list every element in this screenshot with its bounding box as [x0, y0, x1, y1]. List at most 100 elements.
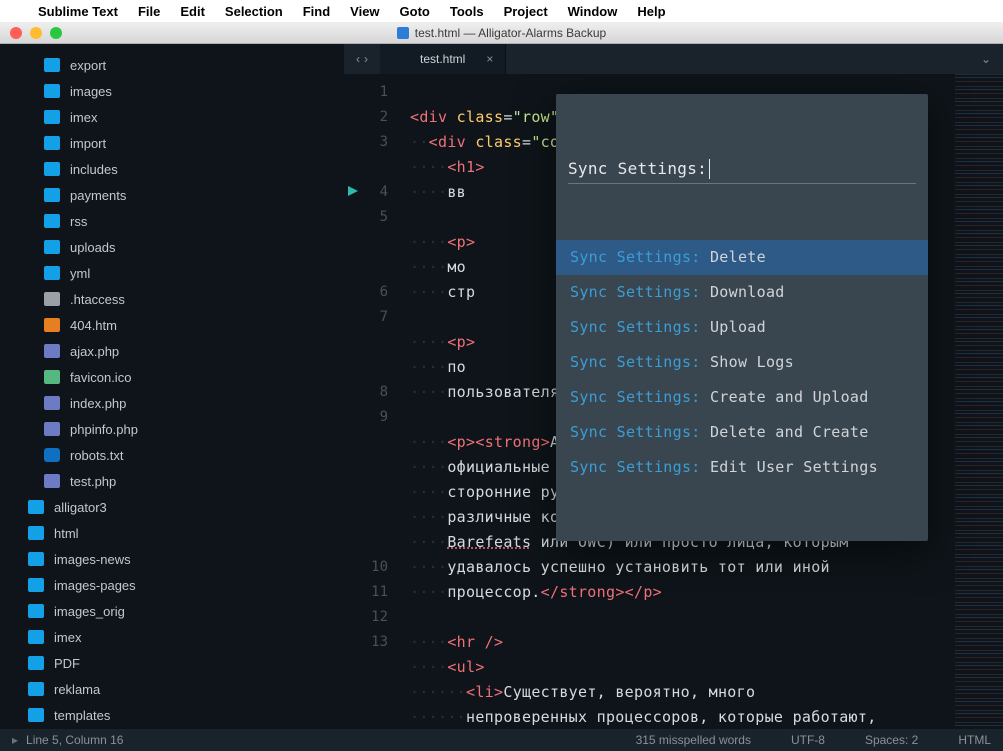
palette-item[interactable]: Sync Settings: Upload: [556, 310, 928, 345]
menu-help[interactable]: Help: [637, 4, 665, 19]
tab-overflow-icon[interactable]: ⌄: [969, 52, 1003, 66]
sidebar-item-PDF[interactable]: PDF: [0, 650, 344, 676]
line-number: [344, 430, 388, 455]
folder-icon: [28, 526, 44, 540]
sidebar-item-index-php[interactable]: index.php: [0, 390, 344, 416]
sidebar-item-label: uploads: [70, 240, 116, 255]
close-window-button[interactable]: [10, 27, 22, 39]
menu-file[interactable]: File: [138, 4, 160, 19]
sidebar-item-images-pages[interactable]: images-pages: [0, 572, 344, 598]
palette-item[interactable]: Sync Settings: Create and Upload: [556, 380, 928, 415]
sidebar-item-uploads[interactable]: uploads: [0, 234, 344, 260]
sidebar-item-phpinfo-php[interactable]: phpinfo.php: [0, 416, 344, 442]
nav-forward-icon[interactable]: ›: [364, 52, 368, 66]
sidebar-item-label: html: [54, 526, 79, 541]
menu-project[interactable]: Project: [504, 4, 548, 19]
status-menu-icon[interactable]: ▸: [12, 733, 18, 747]
status-spaces[interactable]: Spaces: 2: [865, 733, 918, 747]
tab-close-icon[interactable]: ×: [486, 52, 493, 66]
palette-item[interactable]: Sync Settings: Download: [556, 275, 928, 310]
command-palette[interactable]: Sync Settings: Sync Settings: DeleteSync…: [556, 94, 928, 541]
sidebar-item-payments[interactable]: payments: [0, 182, 344, 208]
line-number: [344, 655, 388, 680]
sidebar-item-test-php[interactable]: test.php: [0, 468, 344, 494]
sidebar-item--htaccess[interactable]: .htaccess: [0, 286, 344, 312]
editor[interactable]: 123 45 67 89 10111213 <div class="row">·…: [344, 74, 1003, 729]
sidebar-item-ajax-php[interactable]: ajax.php: [0, 338, 344, 364]
menu-tools[interactable]: Tools: [450, 4, 484, 19]
status-lang[interactable]: HTML: [958, 733, 991, 747]
window-title-text: test.html — Alligator-Alarms Backup: [415, 26, 606, 40]
sidebar-item-reklama[interactable]: reklama: [0, 676, 344, 702]
sidebar-item-images-news[interactable]: images-news: [0, 546, 344, 572]
status-encoding[interactable]: UTF-8: [791, 733, 825, 747]
sidebar-item-imex[interactable]: imex: [0, 624, 344, 650]
sidebar-item-templates[interactable]: templates: [0, 702, 344, 728]
menu-window[interactable]: Window: [568, 4, 618, 19]
line-number: [344, 230, 388, 255]
menu-selection[interactable]: Selection: [225, 4, 283, 19]
folder-icon: [44, 266, 60, 280]
line-number: [344, 255, 388, 280]
file-html-icon: [44, 318, 60, 332]
file-php-icon: [44, 474, 60, 488]
palette-item[interactable]: Sync Settings: Delete: [556, 240, 928, 275]
sidebar-item-import[interactable]: import: [0, 130, 344, 156]
menu-view[interactable]: View: [350, 4, 379, 19]
sidebar-item-label: index.php: [70, 396, 126, 411]
command-palette-query: Sync Settings:: [568, 156, 707, 181]
folder-icon: [44, 240, 60, 254]
sidebar-item-label: reklama: [54, 682, 100, 697]
line-number: 7: [344, 305, 388, 330]
menu-find[interactable]: Find: [303, 4, 330, 19]
sidebar-item-alligator3[interactable]: alligator3: [0, 494, 344, 520]
status-spell[interactable]: 315 misspelled words: [636, 733, 751, 747]
sidebar-item-label: PDF: [54, 656, 80, 671]
traffic-lights: [10, 27, 62, 39]
folder-icon: [28, 552, 44, 566]
line-number: [344, 480, 388, 505]
sidebar-item-html[interactable]: html: [0, 520, 344, 546]
sidebar-item-label: export: [70, 58, 106, 73]
sidebar-item-label: images-pages: [54, 578, 136, 593]
palette-item[interactable]: Sync Settings: Delete and Create: [556, 415, 928, 450]
palette-item[interactable]: Sync Settings: Edit User Settings: [556, 450, 928, 485]
minimize-window-button[interactable]: [30, 27, 42, 39]
sidebar-item-404-htm[interactable]: 404.htm: [0, 312, 344, 338]
window-title: test.html — Alligator-Alarms Backup: [397, 26, 606, 40]
folder-icon: [44, 136, 60, 150]
folder-icon: [44, 84, 60, 98]
zoom-window-button[interactable]: [50, 27, 62, 39]
nav-back-icon[interactable]: ‹: [356, 52, 360, 66]
sidebar-item-images_orig[interactable]: images_orig: [0, 598, 344, 624]
command-palette-input[interactable]: Sync Settings:: [568, 154, 916, 184]
sidebar-item-rss[interactable]: rss: [0, 208, 344, 234]
sidebar-item-images[interactable]: images: [0, 78, 344, 104]
sidebar-item-includes[interactable]: includes: [0, 156, 344, 182]
minimap[interactable]: [955, 74, 1003, 729]
folder-icon: [28, 578, 44, 592]
tab-label: test.html: [420, 52, 465, 66]
code-area[interactable]: <div class="row">··<div class="col-sm-12…: [406, 74, 955, 729]
sidebar-item-imex[interactable]: imex: [0, 104, 344, 130]
file-icon: [397, 27, 409, 39]
status-position[interactable]: Line 5, Column 16: [26, 733, 123, 747]
line-number: 8: [344, 380, 388, 405]
menu-edit[interactable]: Edit: [180, 4, 205, 19]
sidebar-item-favicon-ico[interactable]: favicon.ico: [0, 364, 344, 390]
folder-icon: [28, 656, 44, 670]
line-number: [344, 530, 388, 555]
sidebar-item-yml[interactable]: yml: [0, 260, 344, 286]
menu-goto[interactable]: Goto: [400, 4, 430, 19]
sidebar-item-export[interactable]: export: [0, 52, 344, 78]
tab-test-html[interactable]: test.html ×: [380, 44, 506, 74]
app-name[interactable]: Sublime Text: [38, 4, 118, 19]
sidebar[interactable]: exportimagesimeximportincludespaymentsrs…: [0, 44, 344, 729]
file-doc-icon: [44, 292, 60, 306]
sidebar-item-label: ajax.php: [70, 344, 119, 359]
palette-item[interactable]: Sync Settings: Show Logs: [556, 345, 928, 380]
sidebar-item-robots-txt[interactable]: robots.txt: [0, 442, 344, 468]
line-number: 2: [344, 105, 388, 130]
sidebar-item-label: favicon.ico: [70, 370, 131, 385]
line-number: [344, 455, 388, 480]
